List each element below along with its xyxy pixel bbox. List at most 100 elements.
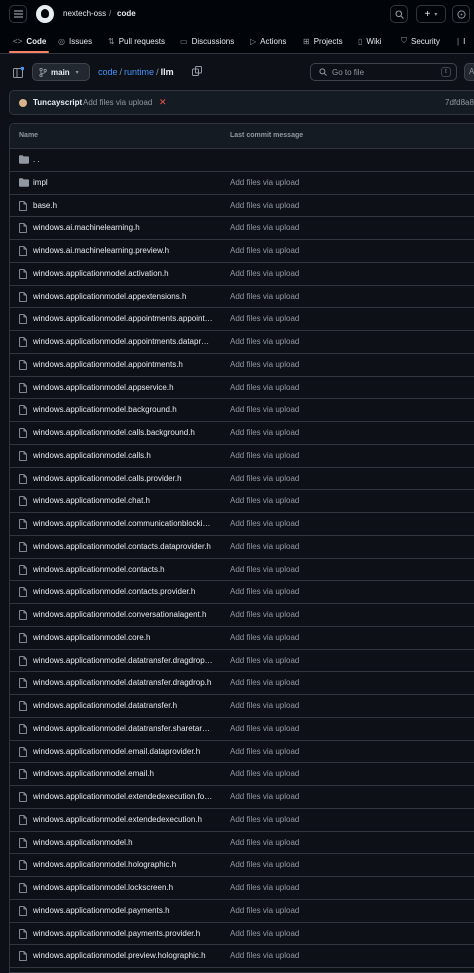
file-name-link[interactable]: windows.applicationmodel.core.h [33, 633, 213, 642]
table-row[interactable]: windows.applicationmodel.payments.h Add f… [10, 900, 474, 923]
create-new-button[interactable]: + ▾ [416, 5, 446, 23]
table-row[interactable]: windows.applicationmodel.calls.provider.… [10, 468, 474, 491]
tab-actions[interactable]: ▷ Actions [250, 34, 286, 48]
commit-message-link[interactable]: Add files via upload [230, 496, 299, 505]
commit-message-link[interactable]: Add files via upload [230, 405, 299, 414]
file-name-link[interactable]: windows.applicationmodel.datatransfer.dr… [33, 656, 213, 665]
commit-message-link[interactable]: Add files via upload [230, 747, 299, 756]
commit-message[interactable]: Add files via upload [83, 98, 152, 107]
commit-message-link[interactable]: Add files via upload [230, 178, 299, 187]
commit-sha[interactable]: 7dfd8a8 [445, 98, 474, 107]
file-name-link[interactable]: windows.applicationmodel.datatransfer.dr… [33, 678, 213, 687]
commit-message-link[interactable]: Add files via upload [230, 474, 299, 483]
repo-link[interactable]: code [117, 9, 136, 18]
commit-message-link[interactable]: Add files via upload [230, 792, 299, 801]
file-name-link[interactable]: windows.applicationmodel.calls.h [33, 451, 213, 460]
table-row[interactable]: windows.applicationmodel.conversationala… [10, 604, 474, 627]
table-row[interactable]: windows.applicationmodel.contacts.datapr… [10, 536, 474, 559]
table-row[interactable]: windows.applicationmodel.lockscreen.h Add… [10, 877, 474, 900]
file-name-link[interactable]: windows.applicationmodel.activation.h [33, 269, 213, 278]
file-name-link[interactable]: windows.ai.machinelearning.h [33, 223, 213, 232]
table-row[interactable]: windows.applicationmodel.holographic.h Ad… [10, 854, 474, 877]
commit-message-link[interactable]: Add files via upload [230, 587, 299, 596]
file-name-link[interactable]: windows.applicationmodel.extendedexecuti… [33, 792, 213, 801]
file-name-link[interactable]: windows.applicationmodel.appointments.da… [33, 337, 213, 346]
commit-message-link[interactable]: Add files via upload [230, 519, 299, 528]
expand-file-tree-button[interactable] [9, 63, 27, 81]
file-name-link[interactable]: windows.applicationmodel.calls.backgroun… [33, 428, 213, 437]
file-name-link[interactable]: windows.applicationmodel.contacts.datapr… [33, 542, 213, 551]
commit-message-link[interactable]: Add files via upload [230, 542, 299, 551]
commit-message-link[interactable]: Add files via upload [230, 201, 299, 210]
table-row[interactable]: windows.applicationmodel.calls.h Add file… [10, 445, 474, 468]
table-row[interactable]: windows.applicationmodel.core.h Add files… [10, 627, 474, 650]
table-row[interactable]: windows.applicationmodel.extendedexecuti… [10, 786, 474, 809]
table-row[interactable]: windows.applicationmodel.datatransfer.dr… [10, 672, 474, 695]
commit-message-link[interactable]: Add files via upload [230, 633, 299, 642]
table-row[interactable]: windows.applicationmodel.extendedexecuti… [10, 809, 474, 832]
table-row[interactable]: windows.applicationmodel.appointments.ap… [10, 308, 474, 331]
table-row[interactable]: windows.applicationmodel.preview.hologra… [10, 945, 474, 968]
commit-message-link[interactable]: Add files via upload [230, 815, 299, 824]
file-name-link[interactable]: windows.applicationmodel.payments.h [33, 906, 213, 915]
check-failed-icon[interactable]: ✕ [159, 97, 167, 108]
table-row[interactable]: windows.applicationmodel.appservice.h Add… [10, 377, 474, 400]
table-row[interactable]: windows.applicationmodel.email.h Add file… [10, 763, 474, 786]
file-name-link[interactable]: windows.applicationmodel.extendedexecuti… [33, 815, 213, 824]
file-name-link[interactable]: windows.applicationmodel.datatransfer.sh… [33, 724, 213, 733]
commit-message-link[interactable]: Add files via upload [230, 428, 299, 437]
breadcrumb-repo-link[interactable]: code [98, 67, 118, 77]
commit-message-link[interactable]: Add files via upload [230, 337, 299, 346]
table-row[interactable]: windows.ai.machinelearning.preview.h Add … [10, 240, 474, 263]
commit-message-link[interactable]: Add files via upload [230, 610, 299, 619]
commit-message-link[interactable]: Add files via upload [230, 883, 299, 892]
file-name-link[interactable]: windows.applicationmodel.payments.provid… [33, 929, 213, 938]
file-name-link[interactable]: windows.applicationmodel.appservice.h [33, 383, 213, 392]
tab-code[interactable]: <> Code [13, 34, 46, 48]
table-row[interactable]: windows.applicationmodel.datatransfer.sh… [10, 718, 474, 741]
tab-projects[interactable]: ⊞ Projects [303, 34, 343, 48]
table-row[interactable]: windows.applicationmodel.h Add files via … [10, 832, 474, 855]
avatar[interactable] [19, 99, 27, 107]
copy-path-button[interactable] [192, 66, 202, 78]
file-name-link[interactable]: windows.ai.machinelearning.preview.h [33, 246, 213, 255]
tab-security[interactable]: ⛉ Security [401, 34, 440, 48]
table-row[interactable]: windows.applicationmodel.communicationbl… [10, 513, 474, 536]
tab-insights[interactable]: | I [457, 34, 465, 48]
file-name-link[interactable]: windows.applicationmodel.conversationala… [33, 610, 213, 619]
commit-author[interactable]: Tuncayscript [33, 98, 82, 107]
file-name-link[interactable]: base.h [33, 201, 213, 210]
table-row[interactable]: windows.applicationmodel.payments.provid… [10, 923, 474, 946]
commit-message-link[interactable]: Add files via upload [230, 292, 299, 301]
commit-message-link[interactable]: Add files via upload [230, 951, 299, 960]
file-name-link[interactable]: windows.applicationmodel.appointments.ap… [33, 314, 213, 323]
commit-message-link[interactable]: Add files via upload [230, 701, 299, 710]
table-row[interactable]: windows.applicationmodel.datatransfer.h A… [10, 695, 474, 718]
branch-selector[interactable]: main ▾ [32, 63, 90, 81]
table-row[interactable]: windows.ai.machinelearning.h Add files vi… [10, 217, 474, 240]
file-name-link[interactable]: windows.applicationmodel.chat.h [33, 496, 213, 505]
file-name-link[interactable]: windows.applicationmodel.preview.hologra… [33, 951, 213, 960]
add-file-button[interactable]: A [464, 63, 474, 81]
commit-message-link[interactable]: Add files via upload [230, 269, 299, 278]
commit-message-link[interactable]: Add files via upload [230, 724, 299, 733]
file-name-link[interactable]: windows.applicationmodel.communicationbl… [33, 519, 213, 528]
table-row[interactable]: windows.applicationmodel.contacts.h Add f… [10, 559, 474, 582]
table-row[interactable]: windows.applicationmodel.datatransfer.dr… [10, 650, 474, 673]
file-name-link[interactable]: windows.applicationmodel.contacts.provid… [33, 587, 213, 596]
commit-message-link[interactable]: Add files via upload [230, 838, 299, 847]
tab-pull-requests[interactable]: ⇅ Pull requests [108, 34, 165, 48]
commit-message-link[interactable]: Add files via upload [230, 383, 299, 392]
file-name-link[interactable]: windows.applicationmodel.h [33, 838, 213, 847]
commit-message-link[interactable]: Add files via upload [230, 678, 299, 687]
tab-issues[interactable]: ◎ Issues [58, 34, 92, 48]
commit-message-link[interactable]: Add files via upload [230, 860, 299, 869]
table-row[interactable]: windows.applicationmodel.calls.backgroun… [10, 422, 474, 445]
commit-message-link[interactable]: Add files via upload [230, 451, 299, 460]
parent-directory-row[interactable]: . . [10, 149, 474, 172]
commit-message-link[interactable]: Add files via upload [230, 223, 299, 232]
file-name-link[interactable]: impl [33, 178, 213, 187]
file-name-link[interactable]: windows.applicationmodel.background.h [33, 405, 213, 414]
commit-message-link[interactable]: Add files via upload [230, 929, 299, 938]
file-name-link[interactable]: windows.applicationmodel.appointments.h [33, 360, 213, 369]
